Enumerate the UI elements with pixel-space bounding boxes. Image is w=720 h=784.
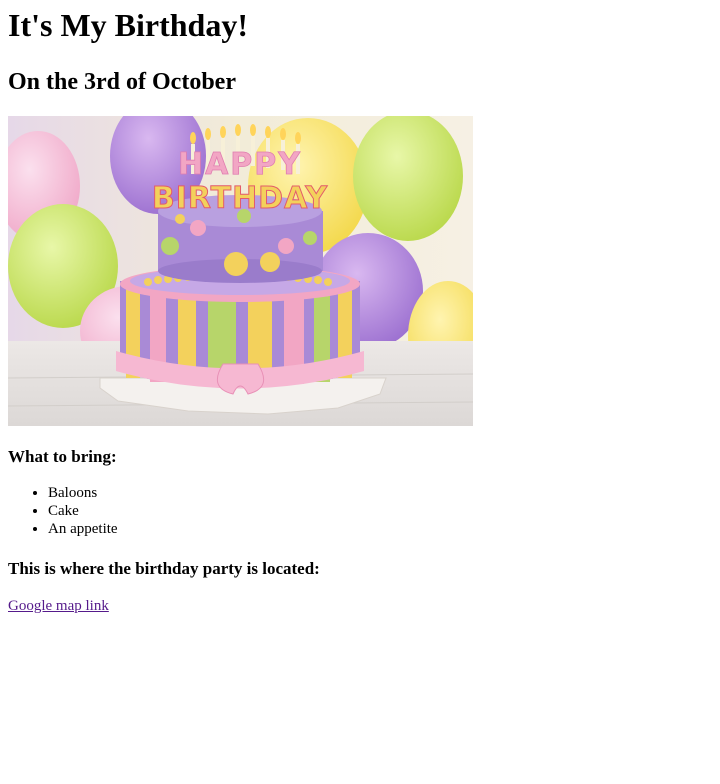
page-subtitle: On the 3rd of October — [8, 69, 236, 95]
map-link-paragraph: Google map link — [8, 597, 712, 615]
page: It's My Birthday! On the 3rd of October — [0, 0, 720, 615]
bring-list: Baloons Cake An appetite — [8, 484, 712, 538]
page-title: It's My Birthday! — [8, 7, 248, 43]
location-heading: This is where the birthday party is loca… — [8, 559, 320, 578]
list-item: An appetite — [48, 520, 712, 538]
cake-text-happy: HAPPY — [178, 147, 302, 182]
google-map-link[interactable]: Google map link — [8, 598, 109, 614]
cake-text-birthday: BIRTHDAY — [152, 181, 329, 216]
bring-heading: What to bring: — [8, 447, 117, 466]
list-item: Cake — [48, 502, 712, 520]
list-item: Baloons — [48, 484, 712, 502]
birthday-cake-photo: HAPPY BIRTHDAY — [8, 116, 473, 426]
